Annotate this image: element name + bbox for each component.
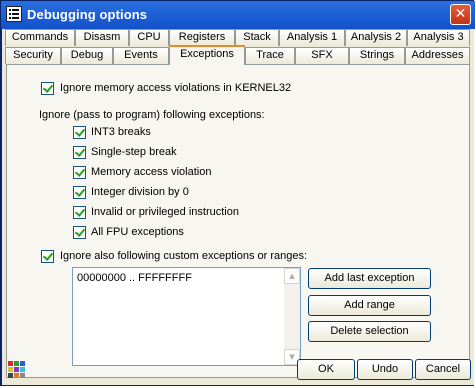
invalid-instruction-label: Invalid or privileged instruction xyxy=(91,206,239,218)
ranges-scrollbar[interactable]: ▲ ▼ xyxy=(284,268,300,365)
color-grid-icon[interactable] xyxy=(8,361,28,379)
memory-access-violation-label: Memory access violation xyxy=(91,166,212,178)
tab-analysis-1[interactable]: Analysis 1 xyxy=(279,29,345,46)
title-bar[interactable]: Debugging options ✕ xyxy=(1,1,475,29)
fpu-exceptions-label: All FPU exceptions xyxy=(91,226,184,238)
tab-addresses[interactable]: Addresses xyxy=(405,47,470,64)
tab-sfx[interactable]: SFX xyxy=(295,47,349,64)
single-step-label: Single-step break xyxy=(91,146,177,158)
window-title: Debugging options xyxy=(27,7,148,22)
fpu-exceptions-checkbox[interactable] xyxy=(73,226,86,239)
exceptions-panel: Ignore memory access violations in KERNE… xyxy=(6,64,470,378)
integer-division-label: Integer division by 0 xyxy=(91,186,189,198)
ignore-kernel32-checkbox[interactable] xyxy=(41,82,54,95)
delete-selection-button[interactable]: Delete selection xyxy=(308,321,431,342)
custom-exceptions-label: Ignore also following custom exceptions … xyxy=(60,250,308,262)
tab-disasm[interactable]: Disasm xyxy=(75,29,129,46)
ranges-list[interactable]: 00000000 .. FFFFFFFF ▲ ▼ xyxy=(72,267,301,366)
close-icon: ✕ xyxy=(454,6,467,22)
tab-commands[interactable]: Commands xyxy=(5,29,75,46)
tab-events[interactable]: Events xyxy=(113,47,169,64)
ignore-kernel32-label: Ignore memory access violations in KERNE… xyxy=(60,82,292,94)
dialog-body: Commands Disasm CPU Registers Stack Anal… xyxy=(2,29,474,385)
add-range-button[interactable]: Add range xyxy=(308,295,431,316)
tab-debug[interactable]: Debug xyxy=(61,47,113,64)
tab-exceptions[interactable]: Exceptions xyxy=(169,45,245,65)
ignore-group-label: Ignore (pass to program) following excep… xyxy=(39,109,265,121)
single-step-checkbox[interactable] xyxy=(73,146,86,159)
tab-stack[interactable]: Stack xyxy=(235,29,279,46)
tab-trace[interactable]: Trace xyxy=(245,47,295,64)
tab-cpu[interactable]: CPU xyxy=(129,29,169,46)
custom-exceptions-checkbox[interactable] xyxy=(41,250,54,263)
add-last-exception-button[interactable]: Add last exception xyxy=(308,268,431,289)
tab-security[interactable]: Security xyxy=(5,47,61,64)
ok-button[interactable]: OK xyxy=(297,359,355,380)
tab-analysis-2[interactable]: Analysis 2 xyxy=(345,29,407,46)
debugging-options-window: Debugging options ✕ Commands Disasm CPU … xyxy=(0,0,475,386)
memory-access-violation-checkbox[interactable] xyxy=(73,166,86,179)
int3-breaks-label: INT3 breaks xyxy=(91,126,151,138)
integer-division-checkbox[interactable] xyxy=(73,186,86,199)
cancel-button[interactable]: Cancel xyxy=(415,359,471,380)
list-item[interactable]: 00000000 .. FFFFFFFF xyxy=(77,272,192,284)
scroll-up-icon[interactable]: ▲ xyxy=(284,268,300,284)
undo-button[interactable]: Undo xyxy=(357,359,413,380)
tab-registers[interactable]: Registers xyxy=(169,29,235,46)
app-menu-icon[interactable] xyxy=(6,6,22,22)
tab-analysis-3[interactable]: Analysis 3 xyxy=(407,29,470,46)
invalid-instruction-checkbox[interactable] xyxy=(73,206,86,219)
tab-strings[interactable]: Strings xyxy=(349,47,405,64)
int3-breaks-checkbox[interactable] xyxy=(73,126,86,139)
close-button[interactable]: ✕ xyxy=(450,4,471,25)
